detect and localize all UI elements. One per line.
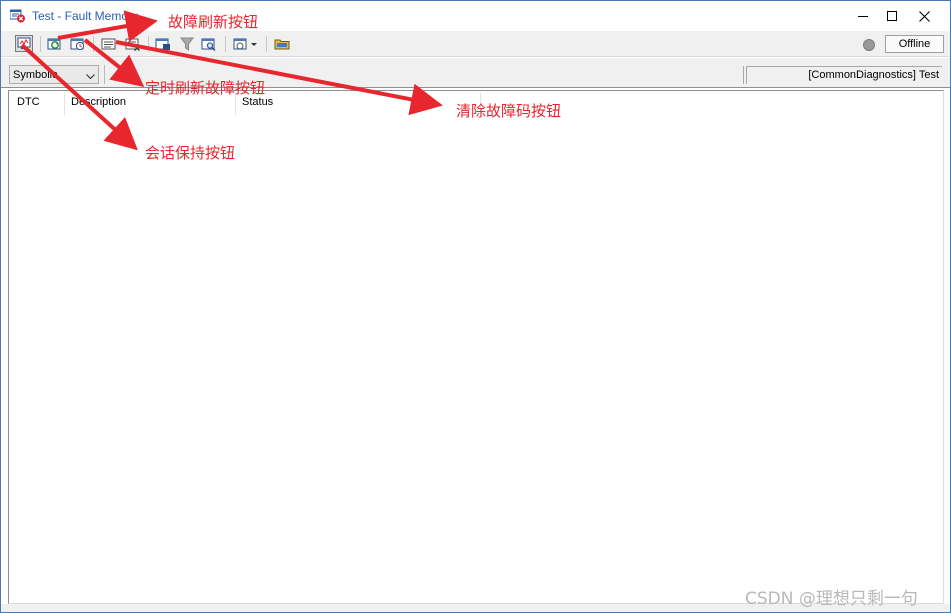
details-button[interactable]: [100, 35, 118, 52]
refresh-fault-button[interactable]: [46, 35, 64, 52]
connection-status-label: Offline: [885, 35, 944, 53]
title-bar: Test - Fault Memory: [1, 1, 950, 31]
toolbar-separator: [148, 36, 149, 52]
export-button[interactable]: [154, 35, 172, 52]
options-dropdown-button[interactable]: [232, 35, 260, 52]
column-header-dtc[interactable]: DTC: [17, 96, 40, 108]
search-icon: [201, 38, 216, 51]
toolbar-separator: [93, 36, 94, 52]
filter-button[interactable]: [178, 35, 196, 52]
toolbar-separator: [225, 36, 226, 52]
window-title: Test - Fault Memory: [32, 9, 139, 23]
annotation-clear-label: 清除故障码按钮: [456, 102, 562, 120]
chevron-down-icon: [86, 71, 95, 83]
column-header-description[interactable]: Description: [71, 96, 126, 108]
maximize-icon: [887, 11, 897, 21]
session-icon: [17, 37, 31, 49]
watermark: CSDN @理想只剩一句: [745, 589, 918, 609]
session-keep-button[interactable]: [15, 35, 33, 52]
bar-separator: [104, 65, 105, 84]
diagnostics-context-label: [CommonDiagnostics] Test: [746, 66, 942, 84]
close-icon: [918, 10, 930, 22]
close-button[interactable]: [907, 1, 941, 31]
export-icon: [155, 38, 170, 50]
refresh-icon: [47, 38, 61, 49]
clear-icon: [125, 38, 140, 51]
display-mode-select[interactable]: Symbolic: [9, 65, 99, 84]
timed-refresh-button[interactable]: [69, 35, 87, 52]
open-folder-button[interactable]: [273, 35, 291, 52]
folder-icon: [274, 39, 290, 49]
fault-memory-app-icon: [9, 9, 26, 23]
clear-dtc-button[interactable]: [124, 35, 142, 52]
search-button[interactable]: [200, 35, 218, 52]
annotation-session-label: 会话保持按钮: [145, 144, 236, 162]
fault-table: DTC Description Status: [8, 90, 944, 604]
filter-icon: [180, 37, 194, 51]
timed-refresh-icon: [70, 38, 85, 50]
connection-status-led: [863, 39, 875, 51]
toolbar: Offline: [1, 31, 950, 57]
minimize-icon: [858, 16, 868, 17]
maximize-button[interactable]: [875, 1, 909, 31]
fault-memory-window: Test - Fault Memory Offline Symbolic [Co…: [0, 0, 951, 613]
display-mode-value: Symbolic: [13, 68, 58, 81]
display-bar: Symbolic [CommonDiagnostics] Test: [1, 58, 950, 88]
toolbar-separator: [40, 36, 41, 52]
annotation-refresh-label: 故障刷新按钮: [168, 13, 259, 31]
column-divider[interactable]: [64, 93, 65, 115]
list-icon: [101, 38, 116, 49]
toolbar-separator: [266, 36, 267, 52]
annotation-timed-refresh-label: 定时刷新故障按钮: [145, 79, 266, 97]
bar-separator: [743, 66, 744, 84]
options-icon: [233, 38, 257, 49]
